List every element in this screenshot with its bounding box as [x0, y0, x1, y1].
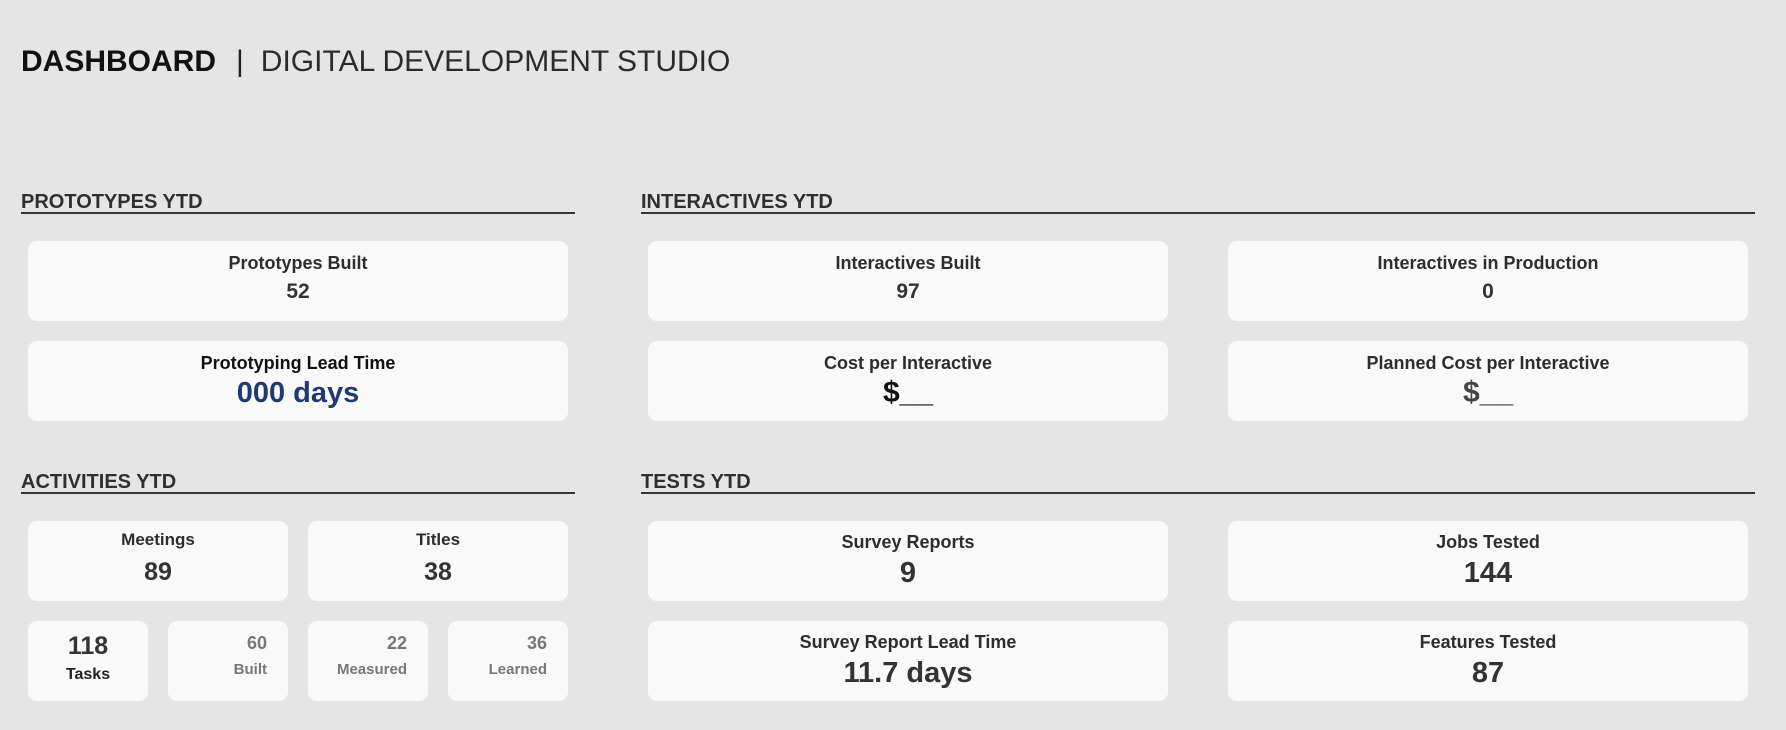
- cost-per-interactive-label: Cost per Interactive: [823, 353, 993, 373]
- measured-value: 22: [386, 633, 407, 653]
- meetings-card: Meetings 89: [28, 521, 288, 601]
- interactives-in-production-label: Interactives in Production: [1377, 253, 1599, 273]
- jobs-tested-value: 144: [1463, 557, 1513, 589]
- titles-value: 38: [424, 558, 452, 586]
- prototypes-built-value: 52: [286, 280, 310, 303]
- features-tested-value: 87: [1471, 657, 1505, 689]
- prototypes-built-label: Prototypes Built: [228, 253, 368, 273]
- survey-report-lead-time-label: Survey Report Lead Time: [799, 632, 1017, 652]
- interactives-built-label: Interactives Built: [835, 253, 981, 273]
- page-title: DASHBOARD: [21, 45, 216, 78]
- features-tested-label: Features Tested: [1419, 632, 1557, 652]
- interactives-in-production-card: Interactives in Production 0: [1228, 241, 1748, 321]
- survey-reports-value: 9: [899, 557, 917, 589]
- cost-per-interactive-card: Cost per Interactive $__: [648, 341, 1168, 421]
- learned-value: 36: [526, 633, 547, 653]
- survey-reports-label: Survey Reports: [841, 532, 975, 552]
- survey-report-lead-time-value: 11.7 days: [843, 657, 973, 689]
- built-card: 60 Built: [168, 621, 288, 701]
- planned-cost-per-interactive-label: Planned Cost per Interactive: [1366, 353, 1610, 373]
- built-value: 60: [246, 633, 267, 653]
- survey-reports-card: Survey Reports 9: [648, 521, 1168, 601]
- prototyping-lead-time-card: Prototyping Lead Time 000 days: [28, 341, 568, 421]
- meetings-label: Meetings: [121, 530, 195, 549]
- tasks-value: 118: [67, 632, 109, 660]
- section-title-tests: TESTS YTD: [641, 467, 1755, 494]
- built-label: Built: [233, 661, 267, 678]
- titles-label: Titles: [415, 530, 461, 549]
- cost-per-interactive-value: $__: [882, 376, 934, 409]
- titles-card: Titles 38: [308, 521, 568, 601]
- section-title-prototypes: PROTOTYPES YTD: [21, 187, 575, 214]
- meetings-value: 89: [144, 558, 172, 586]
- jobs-tested-card: Jobs Tested 144: [1228, 521, 1748, 601]
- section-title-activities: ACTIVITIES YTD: [21, 467, 575, 494]
- jobs-tested-label: Jobs Tested: [1436, 532, 1540, 552]
- measured-label: Measured: [336, 661, 407, 678]
- prototyping-lead-time-label: Prototyping Lead Time: [200, 353, 396, 373]
- survey-report-lead-time-card: Survey Report Lead Time 11.7 days: [648, 621, 1168, 701]
- prototyping-lead-time-value: 000 days: [236, 377, 360, 409]
- learned-card: 36 Learned: [448, 621, 568, 701]
- features-tested-card: Features Tested 87: [1228, 621, 1748, 701]
- tasks-card: 118 Tasks: [28, 621, 148, 701]
- page-subtitle: DIGITAL DEVELOPMENT STUDIO: [260, 45, 731, 78]
- interactives-built-card: Interactives Built 97: [648, 241, 1168, 321]
- title-separator: |: [236, 45, 244, 78]
- interactives-in-production-value: 0: [1482, 280, 1494, 303]
- section-title-interactives: INTERACTIVES YTD: [641, 187, 1755, 214]
- learned-label: Learned: [488, 661, 547, 678]
- planned-cost-per-interactive-value: $__: [1462, 376, 1514, 409]
- prototypes-built-card: Prototypes Built 52: [28, 241, 568, 321]
- planned-cost-per-interactive-card: Planned Cost per Interactive $__: [1228, 341, 1748, 421]
- page-header: DASHBOARD | DIGITAL DEVELOPMENT STUDIO: [21, 44, 730, 80]
- tasks-label: Tasks: [65, 666, 111, 683]
- measured-card: 22 Measured: [308, 621, 428, 701]
- interactives-built-value: 97: [896, 280, 920, 303]
